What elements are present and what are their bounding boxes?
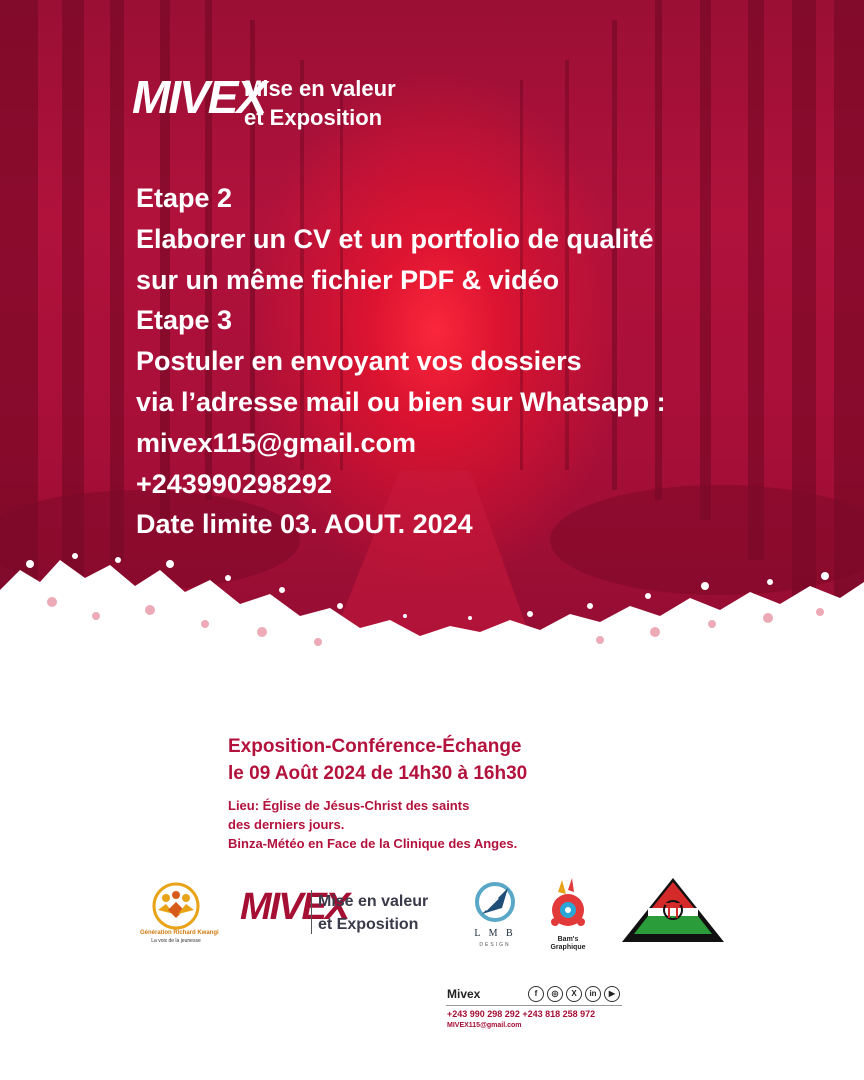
event-heading: Exposition-Conférence-Échange le 09 Août…	[228, 733, 527, 787]
youtube-icon[interactable]: ▶	[604, 986, 620, 1002]
bams-name: Bam's Graphique	[540, 936, 596, 952]
step2-title: Etape 2	[136, 183, 233, 213]
bams-name-line-2: Graphique	[550, 944, 586, 951]
step3-line-1: Postuler en envoyant vos dossiers	[136, 346, 582, 377]
steps-text-block: Etape 2 Elaborer un CV et un portfolio d…	[136, 178, 836, 545]
lmb-sub: DESIGN	[479, 942, 511, 948]
event-title: Exposition-Conférence-Échange	[228, 736, 522, 757]
partner-lmb-logo: L M B DESIGN	[468, 878, 522, 956]
poster: MIVEX Mise en valeur et Exposition Etape…	[0, 0, 864, 1080]
triangle-logo-icon	[622, 878, 724, 942]
tagline-line-1: Mise en valeur	[244, 76, 396, 101]
tagline-line-2: et Exposition	[244, 105, 383, 130]
mivex-logo-icon: MIVEX	[132, 68, 267, 130]
rocket-logo-icon	[475, 882, 515, 922]
venue-line-1: Lieu: Église de Jésus-Christ des saints	[228, 798, 470, 813]
event-venue: Lieu: Église de Jésus-Christ des saints …	[228, 796, 517, 853]
lmb-name: L M B	[474, 928, 516, 939]
instagram-icon[interactable]: ◎	[547, 986, 563, 1002]
venue-line-2: des derniers jours.	[228, 817, 345, 832]
venue-line-3: Binza-Météo en Face de la Clinique des A…	[228, 836, 518, 851]
partner-tagline-line-2: et Exposition	[318, 916, 419, 933]
partner-mivex-logo: MIVEX Mise en valeur et Exposition	[238, 882, 448, 942]
x-icon[interactable]: X	[566, 986, 582, 1002]
partner-pt-logo	[620, 876, 726, 946]
generation-sub: La voix de la jeunesse	[151, 938, 201, 944]
footer-email[interactable]: MIVEX115@gmail.com	[447, 1022, 522, 1029]
step3-line-2: via l’adresse mail ou bien sur Whatsapp …	[136, 386, 666, 417]
event-datetime: le 09 Août 2024 de 14h30 à 16h30	[228, 763, 528, 784]
footer-divider	[446, 1005, 622, 1006]
paint-logo-icon	[551, 878, 585, 926]
header-logo: MIVEX Mise en valeur et Exposition	[132, 68, 432, 132]
footer-phones[interactable]: +243 990 298 292 +243 818 258 972	[447, 1009, 595, 1019]
bams-name-line-1: Bam's	[557, 936, 579, 943]
contact-email[interactable]: mivex115@gmail.com	[136, 423, 836, 464]
contact-phone[interactable]: +243990298292	[136, 464, 836, 505]
partner-generation-logo: Génération Richard Kwangi La voix de la …	[140, 880, 219, 960]
step2-line-1: Elaborer un CV et un portfolio de qualit…	[136, 223, 654, 254]
step2-line-2: sur un même fichier PDF & vidéo	[136, 264, 560, 295]
linkedin-icon[interactable]: in	[585, 986, 601, 1002]
header-tagline: Mise en valeur et Exposition	[244, 74, 396, 132]
partner-tagline-line-1: Mise en valeur	[318, 893, 429, 910]
facebook-icon[interactable]: f	[528, 986, 544, 1002]
partner-bams-logo: Bam's Graphique	[540, 876, 596, 956]
logo-divider	[311, 890, 312, 934]
footer-contact: Mivex f ◎ X in ▶ +243 990 298 292 +243 8…	[446, 984, 646, 1034]
partner-mivex-tagline: Mise en valeur et Exposition	[318, 890, 428, 936]
generation-name: Génération Richard Kwangi	[140, 930, 219, 936]
footer-name: Mivex	[447, 987, 481, 1001]
deadline-text: Date limite 03. AOUT. 2024	[136, 509, 473, 540]
step3-title: Etape 3	[136, 305, 233, 336]
people-logo-icon	[152, 882, 200, 930]
partner-logos: Génération Richard Kwangi La voix de la …	[0, 870, 864, 960]
snow-ground-texture	[0, 553, 864, 720]
